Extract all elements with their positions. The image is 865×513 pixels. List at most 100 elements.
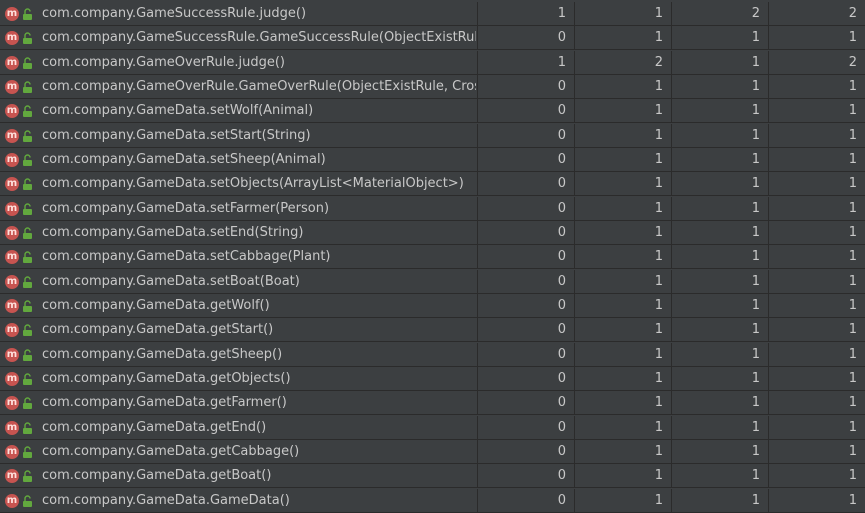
method-icon: m — [5, 323, 19, 337]
method-name-cell[interactable]: m com.company.GameOverRule.judge() — [0, 51, 478, 74]
unlock-icon — [23, 32, 32, 44]
method-icon: m — [5, 202, 19, 216]
method-icon: m — [5, 80, 19, 94]
table-row[interactable]: m com.company.GameData.setObjects(ArrayLi… — [0, 172, 865, 196]
metric-value-2: 1 — [575, 26, 672, 49]
metric-value-2: 1 — [575, 294, 672, 317]
metric-value-1: 0 — [478, 464, 575, 487]
metric-value-3: 1 — [672, 464, 769, 487]
method-name-cell[interactable]: m com.company.GameData.getEnd() — [0, 416, 478, 439]
metric-value-4: 1 — [848, 395, 857, 410]
method-icon: m — [5, 396, 19, 410]
method-metrics-table: m com.company.GameSuccessRule.judge() 1 1 2 2… — [0, 0, 865, 513]
table-row[interactable]: m com.company.GameData.getWolf() 0 1 1 1 — [0, 294, 865, 318]
method-name-cell[interactable]: m com.company.GameData.getFarmer() — [0, 391, 478, 414]
table-row[interactable]: m com.company.GameData.setFarmer(Person) 0… — [0, 197, 865, 221]
method-name-cell[interactable]: m com.company.GameData.getWolf() — [0, 294, 478, 317]
method-name-cell[interactable]: m com.company.GameData.GameData() — [0, 489, 478, 512]
unlock-icon — [23, 349, 32, 361]
method-name-cell[interactable]: m com.company.GameData.getSheep() — [0, 343, 478, 366]
table-row[interactable]: m com.company.GameData.GameData() 0 1 1 1 — [0, 489, 865, 513]
table-row[interactable]: m com.company.GameData.setEnd(String) 0 1 1 1 — [0, 221, 865, 245]
table-row[interactable]: m com.company.GameData.setSheep(Animal) 0 1… — [0, 148, 865, 172]
method-name-cell[interactable]: m com.company.GameSuccessRule.GameSuccess… — [0, 26, 478, 49]
metric-value-2: 1 — [575, 99, 672, 122]
metric-value-4: 2 — [848, 6, 857, 21]
metric-value-2: 1 — [575, 343, 672, 366]
metric-value-1: 0 — [478, 367, 575, 390]
metric-value-3: 1 — [672, 221, 769, 244]
table-row[interactable]: m com.company.GameData.setWolf(Animal) 0 1 1… — [0, 99, 865, 123]
method-name-cell[interactable]: m com.company.GameData.getBoat() — [0, 464, 478, 487]
method-name: com.company.GameData.GameData() — [42, 493, 290, 508]
unlock-icon — [23, 495, 32, 507]
method-name: com.company.GameOverRule.judge() — [42, 55, 285, 70]
method-name-cell[interactable]: m com.company.GameData.setFarmer(Person) — [0, 197, 478, 220]
method-name: com.company.GameOverRule.GameOverRule(Ob… — [42, 79, 476, 94]
table-row[interactable]: m com.company.GameSuccessRule.GameSuccess… — [0, 26, 865, 50]
metric-value-1: 0 — [478, 75, 575, 98]
table-row[interactable]: m com.company.GameData.setBoat(Boat) 0 1 1 1 — [0, 270, 865, 294]
method-name-cell[interactable]: m com.company.GameOverRule.GameOverRule(O… — [0, 75, 478, 98]
method-name-cell[interactable]: m com.company.GameSuccessRule.judge() — [0, 2, 478, 25]
metric-value-3: 1 — [672, 391, 769, 414]
metric-value-1: 0 — [478, 343, 575, 366]
method-name-cell[interactable]: m com.company.GameData.setEnd(String) — [0, 221, 478, 244]
method-name-cell[interactable]: m com.company.GameData.getObjects() — [0, 367, 478, 390]
unlock-icon — [23, 397, 32, 409]
metric-value-2: 1 — [575, 270, 672, 293]
table-row[interactable]: m com.company.GameData.setStart(String) 0 1… — [0, 124, 865, 148]
method-name-cell[interactable]: m com.company.GameData.setSheep(Animal) — [0, 148, 478, 171]
metric-value-4: 1 — [848, 249, 857, 264]
metric-value-3: 1 — [672, 270, 769, 293]
metric-value-1: 0 — [478, 489, 575, 512]
metric-value-1: 0 — [478, 26, 575, 49]
method-icon: m — [5, 31, 19, 45]
table-row[interactable]: m com.company.GameData.getBoat() 0 1 1 1 — [0, 464, 865, 488]
method-icon: m — [5, 129, 19, 143]
metric-value-2: 1 — [575, 391, 672, 414]
metric-value-4: 1 — [848, 176, 857, 191]
metric-value-1: 0 — [478, 270, 575, 293]
table-row[interactable]: m com.company.GameData.getObjects() 0 1 1 1 — [0, 367, 865, 391]
method-name: com.company.GameSuccessRule.judge() — [42, 6, 307, 21]
table-row[interactable]: m com.company.GameData.getSheep() 0 1 1 1 — [0, 343, 865, 367]
method-name: com.company.GameData.getStart() — [42, 322, 274, 337]
unlock-icon — [23, 154, 32, 166]
table-row[interactable]: m com.company.GameOverRule.judge() 1 2 1 2 — [0, 51, 865, 75]
metric-value-2: 1 — [575, 440, 672, 463]
method-name-cell[interactable]: m com.company.GameData.setWolf(Animal) — [0, 99, 478, 122]
metric-value-1: 0 — [478, 124, 575, 147]
metric-value-4: 1 — [848, 201, 857, 216]
method-icon: m — [5, 56, 19, 70]
method-name-cell[interactable]: m com.company.GameData.getCabbage() — [0, 440, 478, 463]
table-row[interactable]: m com.company.GameData.setCabbage(Plant) 0… — [0, 245, 865, 269]
table-row[interactable]: m com.company.GameData.getFarmer() 0 1 1 1 — [0, 391, 865, 415]
metric-value-4: 1 — [848, 468, 857, 483]
method-name: com.company.GameData.setStart(String) — [42, 128, 311, 143]
metric-value-4: 1 — [848, 30, 857, 45]
metric-value-3: 1 — [672, 343, 769, 366]
table-row[interactable]: m com.company.GameData.getEnd() 0 1 1 1 — [0, 416, 865, 440]
metric-value-3: 1 — [672, 440, 769, 463]
metric-value-3: 1 — [672, 75, 769, 98]
method-name-cell[interactable]: m com.company.GameData.setObjects(ArrayLi… — [0, 172, 478, 195]
metric-value-3: 1 — [672, 99, 769, 122]
table-row[interactable]: m com.company.GameData.getCabbage() 0 1 1 1 — [0, 440, 865, 464]
table-row[interactable]: m com.company.GameOverRule.GameOverRule(O… — [0, 75, 865, 99]
method-name-cell[interactable]: m com.company.GameData.setStart(String) — [0, 124, 478, 147]
metric-value-2: 1 — [575, 197, 672, 220]
method-name-cell[interactable]: m com.company.GameData.getStart() — [0, 318, 478, 341]
metric-value-2: 1 — [575, 464, 672, 487]
unlock-icon — [23, 300, 32, 312]
method-name-cell[interactable]: m com.company.GameData.setCabbage(Plant) — [0, 245, 478, 268]
method-name: com.company.GameData.getFarmer() — [42, 395, 287, 410]
metric-value-1: 0 — [478, 416, 575, 439]
method-name-cell[interactable]: m com.company.GameData.setBoat(Boat) — [0, 270, 478, 293]
method-name: com.company.GameData.getCabbage() — [42, 444, 300, 459]
method-name: com.company.GameSuccessRule.GameSuccessR… — [42, 30, 476, 45]
table-row[interactable]: m com.company.GameData.getStart() 0 1 1 1 — [0, 318, 865, 342]
metric-value-2: 2 — [575, 51, 672, 74]
metric-value-3: 1 — [672, 489, 769, 512]
table-row[interactable]: m com.company.GameSuccessRule.judge() 1 1 2 2 — [0, 2, 865, 26]
